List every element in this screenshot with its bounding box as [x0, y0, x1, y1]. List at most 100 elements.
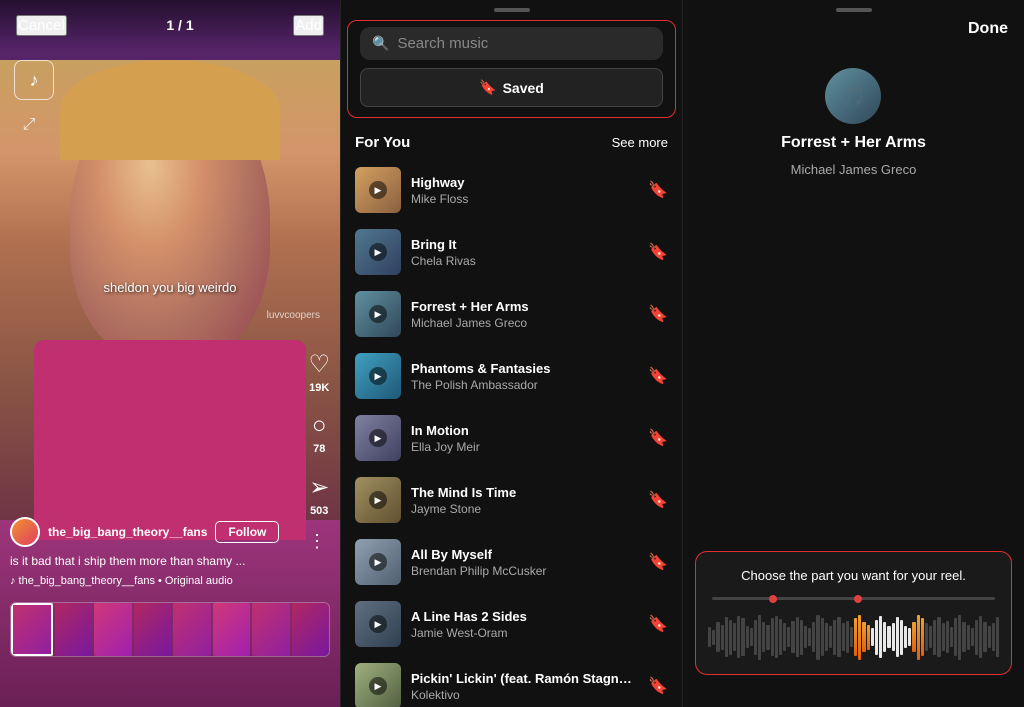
left-panel: Cancel 1 / 1 Add ♪ ⤢ sheldon you big wei…	[0, 0, 340, 707]
song-info: The Mind Is Time Jayme Stone	[411, 485, 638, 516]
user-avatar	[10, 517, 40, 547]
list-item[interactable]: ▶ Highway Mike Floss 🔖	[347, 159, 676, 221]
user-row: the_big_bang_theory__fans Follow	[10, 517, 280, 547]
saved-button[interactable]: 🔖 Saved	[360, 68, 663, 107]
music-icon-box[interactable]: ♪	[14, 60, 54, 100]
drag-handle	[836, 8, 872, 12]
right-panel: Done 🎵 Forrest + Her Arms Michael James …	[682, 0, 1024, 707]
bookmark-icon: 🔖	[479, 79, 496, 96]
play-icon: ▶	[369, 553, 387, 571]
song-title: Pickin' Lickin' (feat. Ramón Stagnaro)	[411, 671, 638, 686]
like-count: 19K	[309, 382, 329, 394]
bookmark-button[interactable]: 🔖	[648, 180, 668, 200]
film-frame	[173, 603, 211, 656]
bookmark-button[interactable]: 🔖	[648, 552, 668, 572]
selected-song-area: 🎵 Forrest + Her Arms Michael James Greco	[781, 68, 926, 177]
progress-dot-end	[854, 595, 862, 603]
song-info: Bring It Chela Rivas	[411, 237, 638, 268]
cancel-button[interactable]: Cancel	[16, 15, 67, 36]
list-item[interactable]: ▶ The Mind Is Time Jayme Stone 🔖	[347, 469, 676, 531]
choose-part-box: Choose the part you want for your reel.	[695, 551, 1012, 675]
search-input[interactable]: Search music	[397, 35, 488, 52]
search-area: 🔍 Search music 🔖 Saved	[347, 20, 676, 118]
song-artist: Jayme Stone	[411, 502, 638, 516]
song-thumbnail: ▶	[355, 601, 401, 647]
audio-text: ♪ the_big_bang_theory__fans • Original a…	[10, 575, 233, 587]
film-frame	[213, 603, 251, 656]
progress-dot-start	[769, 595, 777, 603]
song-artist: Jamie West-Oram	[411, 626, 638, 640]
comment-count: 78	[313, 443, 325, 455]
search-bar[interactable]: 🔍 Search music	[360, 27, 663, 60]
share-button[interactable]: ➢ 503	[309, 473, 329, 517]
add-button[interactable]: Add	[293, 15, 324, 36]
play-icon: ▶	[369, 677, 387, 695]
list-item[interactable]: ▶ All By Myself Brendan Philip McCusker …	[347, 531, 676, 593]
bookmark-button[interactable]: 🔖	[648, 366, 668, 386]
username: the_big_bang_theory__fans	[48, 525, 207, 539]
choose-part-text: Choose the part you want for your reel.	[708, 568, 999, 583]
more-options-button[interactable]: ⋮	[308, 531, 326, 552]
audio-row: ♪ the_big_bang_theory__fans • Original a…	[10, 575, 280, 587]
list-item[interactable]: ▶ Pickin' Lickin' (feat. Ramón Stagnaro)…	[347, 655, 676, 707]
song-thumbnail: ▶	[355, 229, 401, 275]
song-title: All By Myself	[411, 547, 638, 562]
bottom-info: the_big_bang_theory__fans Follow is it b…	[10, 517, 280, 587]
done-button[interactable]: Done	[968, 20, 1008, 38]
heart-icon: ♡	[308, 350, 330, 379]
play-icon: ▶	[369, 305, 387, 323]
list-item[interactable]: ▶ In Motion Ella Joy Meir 🔖	[347, 407, 676, 469]
selected-song-title: Forrest + Her Arms	[781, 134, 926, 152]
see-more-button[interactable]: See more	[612, 135, 668, 150]
comment-button[interactable]: ○ 78	[312, 412, 327, 455]
page-indicator: 1 / 1	[166, 17, 193, 33]
expand-icon: ⤢	[23, 116, 36, 134]
song-thumbnail: ▶	[355, 291, 401, 337]
song-title: Phantoms & Fantasies	[411, 361, 638, 376]
song-artist: Kolektivo	[411, 688, 638, 702]
bookmark-button[interactable]: 🔖	[648, 676, 668, 696]
film-frame	[292, 603, 330, 656]
song-info: A Line Has 2 Sides Jamie West-Oram	[411, 609, 638, 640]
bookmark-button[interactable]: 🔖	[648, 490, 668, 510]
hair	[60, 60, 280, 160]
follow-button[interactable]: Follow	[215, 521, 279, 543]
filmstrip	[10, 602, 330, 657]
bookmark-button[interactable]: 🔖	[648, 428, 668, 448]
song-info: Forrest + Her Arms Michael James Greco	[411, 299, 638, 330]
list-item[interactable]: ▶ A Line Has 2 Sides Jamie West-Oram 🔖	[347, 593, 676, 655]
film-frame	[94, 603, 132, 656]
section-title: For You	[355, 134, 410, 151]
song-artist: Chela Rivas	[411, 254, 638, 268]
bookmark-button[interactable]: 🔖	[648, 242, 668, 262]
progress-track[interactable]	[712, 597, 995, 600]
waveform[interactable]	[708, 612, 999, 662]
list-item[interactable]: ▶ Forrest + Her Arms Michael James Greco…	[347, 283, 676, 345]
bookmark-button[interactable]: 🔖	[648, 614, 668, 634]
expand-icon-box[interactable]: ⤢	[14, 110, 44, 140]
song-artist: Ella Joy Meir	[411, 440, 638, 454]
song-list: ▶ Highway Mike Floss 🔖 ▶ Bring It Chela …	[341, 159, 682, 707]
list-item[interactable]: ▶ Bring It Chela Rivas 🔖	[347, 221, 676, 283]
play-icon: ▶	[369, 367, 387, 385]
like-button[interactable]: ♡ 19K	[308, 350, 330, 394]
song-info: Pickin' Lickin' (feat. Ramón Stagnaro) K…	[411, 671, 638, 702]
song-info: In Motion Ella Joy Meir	[411, 423, 638, 454]
progress-bar-row	[708, 597, 999, 600]
song-title: Highway	[411, 175, 638, 190]
search-icon: 🔍	[372, 35, 389, 52]
text-overlay: sheldon you big weirdo	[104, 280, 237, 295]
film-frame	[55, 603, 93, 656]
song-thumbnail: ▶	[355, 663, 401, 707]
list-item[interactable]: ▶ Phantoms & Fantasies The Polish Ambass…	[347, 345, 676, 407]
song-artist: Mike Floss	[411, 192, 638, 206]
song-thumbnail: ▶	[355, 353, 401, 399]
song-info: All By Myself Brendan Philip McCusker	[411, 547, 638, 578]
play-icon: ▶	[369, 615, 387, 633]
for-you-section-header: For You See more	[341, 128, 682, 159]
song-title: The Mind Is Time	[411, 485, 638, 500]
share-icon: ➢	[309, 473, 329, 502]
bookmark-button[interactable]: 🔖	[648, 304, 668, 324]
caption: is it bad that i ship them more than sha…	[10, 553, 280, 570]
top-bar: Cancel 1 / 1 Add	[0, 0, 340, 50]
